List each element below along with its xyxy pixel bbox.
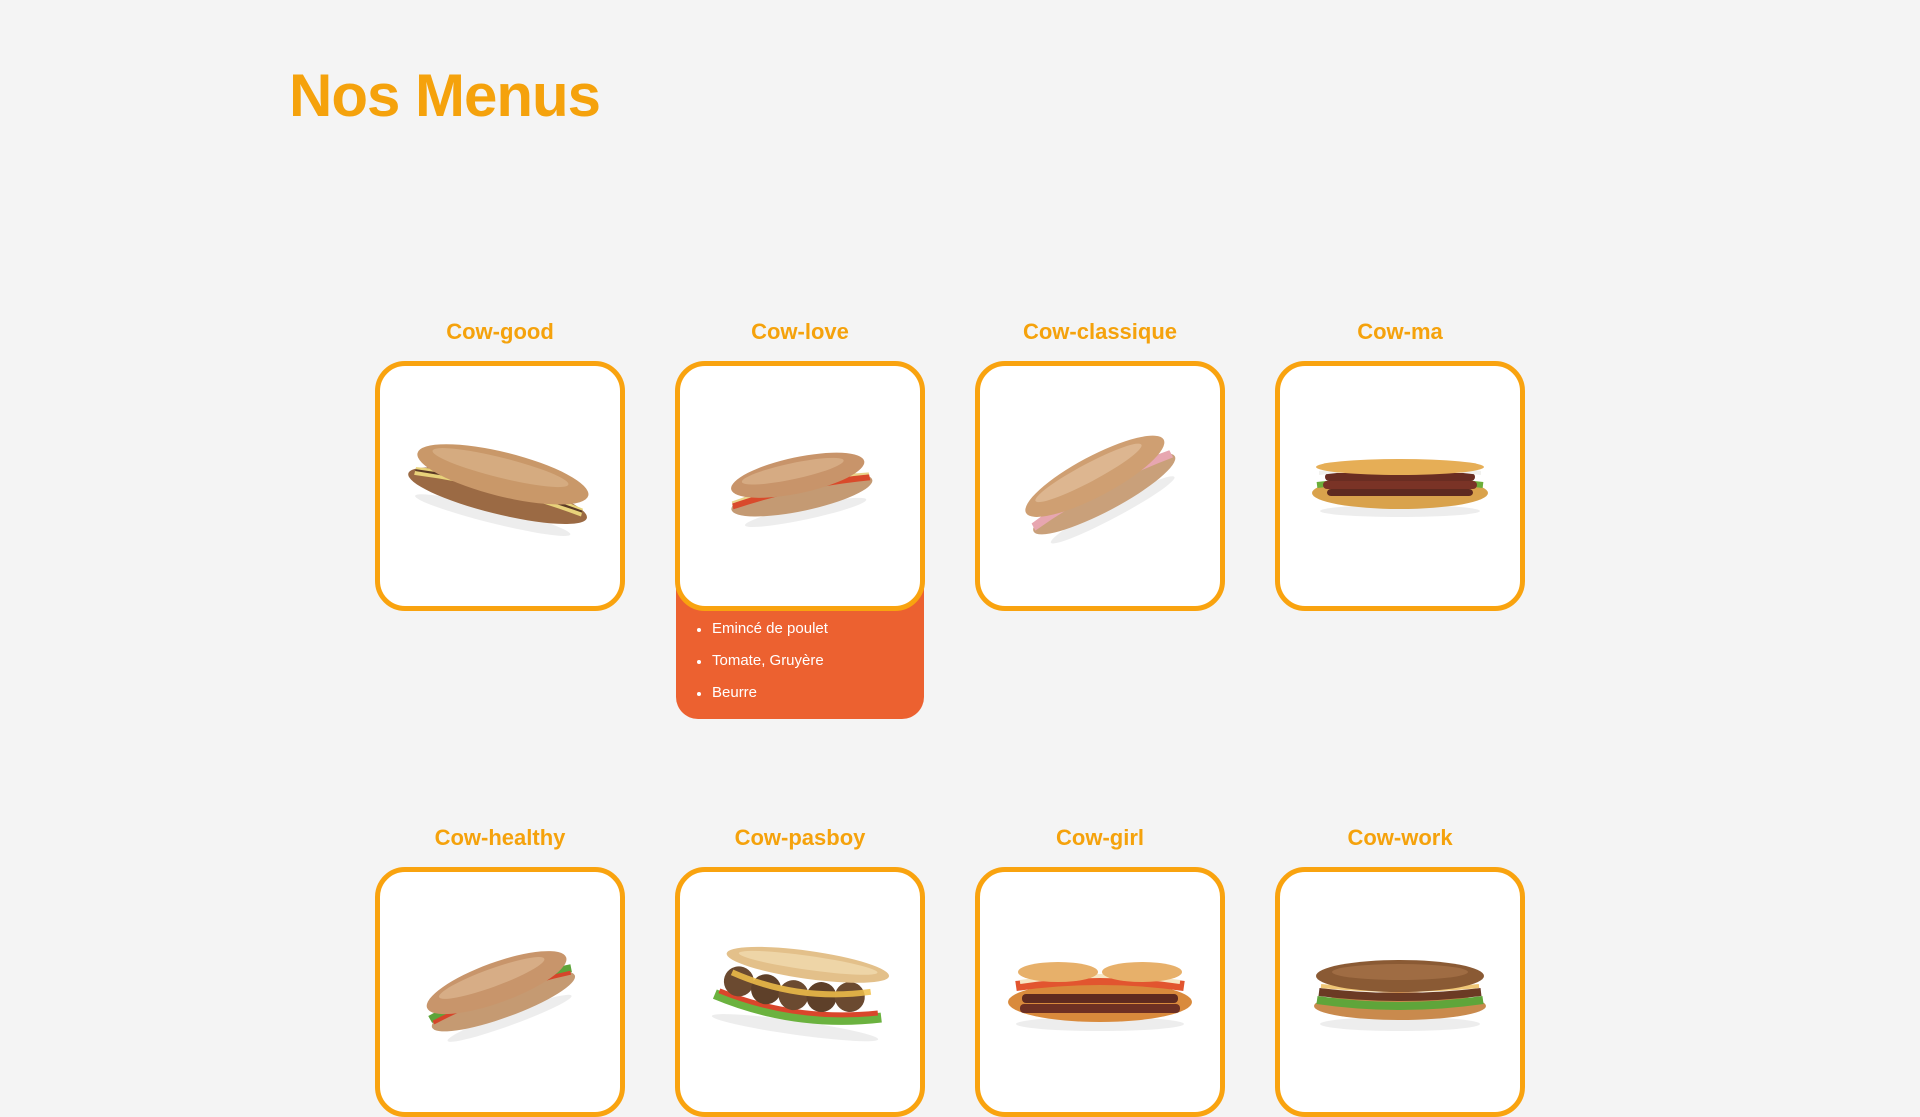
merguez-sausage-sandwich-image: [1312, 459, 1488, 517]
menu-photo-frame[interactable]: [1275, 361, 1525, 611]
menu-card-cow-girl[interactable]: Cow-girl: [975, 824, 1225, 1117]
menu-card-cow-work[interactable]: Cow-work: [1275, 824, 1525, 1117]
menu-card-cow-pasboy[interactable]: Cow-pasboy: [675, 824, 925, 1117]
menu-card-cow-classique[interactable]: Cow-classique: [975, 318, 1225, 719]
menu-photo-frame[interactable]: [975, 361, 1225, 611]
menu-photo-frame[interactable]: [675, 361, 925, 611]
ingredients-list: Emincé de poulet Tomate, Gruyère Beurre: [692, 619, 908, 703]
menu-name: Cow-work: [1347, 825, 1453, 850]
menu-name: Cow-girl: [1056, 825, 1144, 850]
baguette-salad-tomato-sandwich-image: [426, 951, 576, 1042]
menu-grid: Cow-good Cow-love Emincé de poulet Tomat…: [375, 318, 1525, 1117]
ingredient-item: Tomate, Gruyère: [697, 651, 908, 671]
menu-photo-frame[interactable]: [375, 361, 625, 611]
ingredient-item: Beurre: [697, 683, 908, 703]
menu-card-cow-love[interactable]: Cow-love Emincé de poulet Tomate, Gruyèr…: [675, 318, 925, 719]
menu-name: Cow-love: [751, 319, 849, 344]
baguette-chicken-tomato-sandwich-image: [731, 452, 873, 528]
baguette-ham-butter-sandwich-image: [1025, 435, 1176, 544]
page-title: Nos Menus: [289, 62, 601, 129]
baguette-steak-cheese-sandwich-image: [408, 444, 589, 536]
double-merguez-sandwich-image: [1008, 962, 1192, 1031]
menu-name: Cow-classique: [1022, 319, 1178, 344]
menu-name: Cow-healthy: [434, 825, 566, 850]
menu-card-cow-healthy[interactable]: Cow-healthy: [375, 824, 625, 1117]
menu-name: Cow-pasboy: [734, 825, 866, 850]
menu-name: Cow-good: [446, 319, 554, 344]
menu-card-cow-ma[interactable]: Cow-ma: [1275, 318, 1525, 719]
menu-name: Cow-ma: [1357, 319, 1443, 344]
menu-card-cow-good[interactable]: Cow-good: [375, 318, 625, 719]
ingredient-item: Emincé de poulet: [697, 619, 908, 639]
steak-salad-sandwich-image: [1314, 960, 1486, 1031]
meatball-sub-sandwich-image: [711, 946, 890, 1042]
